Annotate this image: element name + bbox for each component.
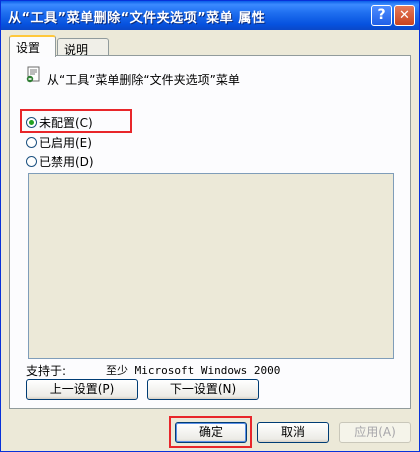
ok-button[interactable]: 确定: [175, 422, 247, 443]
tab-explain[interactable]: 说明: [57, 38, 109, 57]
radio-disabled[interactable]: 已禁用(D): [26, 153, 94, 169]
cancel-button[interactable]: 取消: [257, 422, 329, 443]
radio-button[interactable]: [26, 117, 37, 128]
policy-title: 从“工具”菜单删除“文件夹选项”菜单: [47, 73, 240, 87]
title-bar[interactable]: 从“工具”菜单删除“文件夹选项”菜单 属性 ? ✕: [1, 1, 419, 30]
radio-button[interactable]: [26, 156, 37, 167]
radio-not-configured[interactable]: 未配置(C): [26, 114, 93, 130]
options-area: [28, 173, 394, 359]
supported-on-value: 至少 Microsoft Windows 2000: [106, 364, 281, 377]
radio-button[interactable]: [26, 137, 37, 148]
radio-label: 已启用(E): [39, 136, 92, 150]
window-title: 从“工具”菜单删除“文件夹选项”菜单 属性: [8, 11, 266, 26]
settings-panel: 从“工具”菜单删除“文件夹选项”菜单 未配置(C) 已启用(E) 已禁用(D) …: [9, 55, 411, 409]
close-button[interactable]: ✕: [394, 5, 415, 26]
next-setting-button[interactable]: 下一设置(N): [147, 379, 259, 400]
tab-settings[interactable]: 设置: [9, 35, 56, 57]
policy-icon: [26, 66, 40, 83]
supported-on-label: 支持于:: [26, 364, 67, 378]
help-button[interactable]: ?: [371, 5, 392, 26]
previous-setting-button[interactable]: 上一设置(P): [26, 379, 138, 400]
radio-label: 未配置(C): [39, 116, 93, 130]
radio-label: 已禁用(D): [39, 155, 94, 169]
apply-button[interactable]: 应用(A): [339, 422, 411, 443]
radio-enabled[interactable]: 已启用(E): [26, 134, 92, 150]
properties-dialog: 从“工具”菜单删除“文件夹选项”菜单 属性 ? ✕ 设置 说明 从“工具”菜单删…: [0, 0, 420, 452]
